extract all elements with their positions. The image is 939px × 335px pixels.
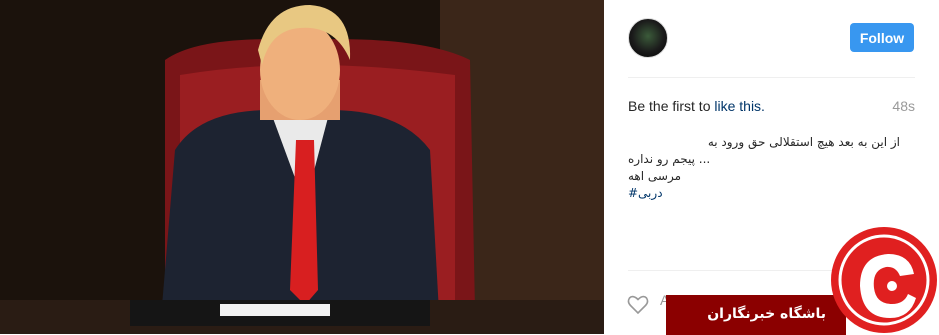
likes-text: Be the first to like this. [628, 98, 765, 114]
caption-line-1: از این به بعد هیچ استقلالی حق ورود به [707, 135, 900, 149]
hashtag-link[interactable]: دربی# [628, 185, 900, 202]
avatar[interactable] [628, 18, 668, 58]
divider [628, 77, 915, 78]
post-photo [0, 0, 604, 334]
watermark-logo [831, 227, 937, 333]
caption: از این به بعد هیچ استقلالی حق ورود به ..… [628, 134, 900, 202]
watermark-text: باشگاه خبرنگاران [707, 306, 826, 322]
follow-button[interactable]: Follow [850, 23, 914, 52]
like-link[interactable]: like this. [714, 98, 765, 114]
heart-icon[interactable] [626, 292, 650, 316]
likes-prefix: Be the first to [628, 98, 715, 114]
caption-line-3: مرسی اهه [628, 169, 682, 183]
caption-line-2: ... پیجم رو نداره [628, 152, 711, 166]
watermark-banner: باشگاه خبرنگاران [666, 295, 846, 335]
timestamp[interactable]: 48s [892, 98, 915, 114]
photo-illustration [0, 0, 604, 334]
